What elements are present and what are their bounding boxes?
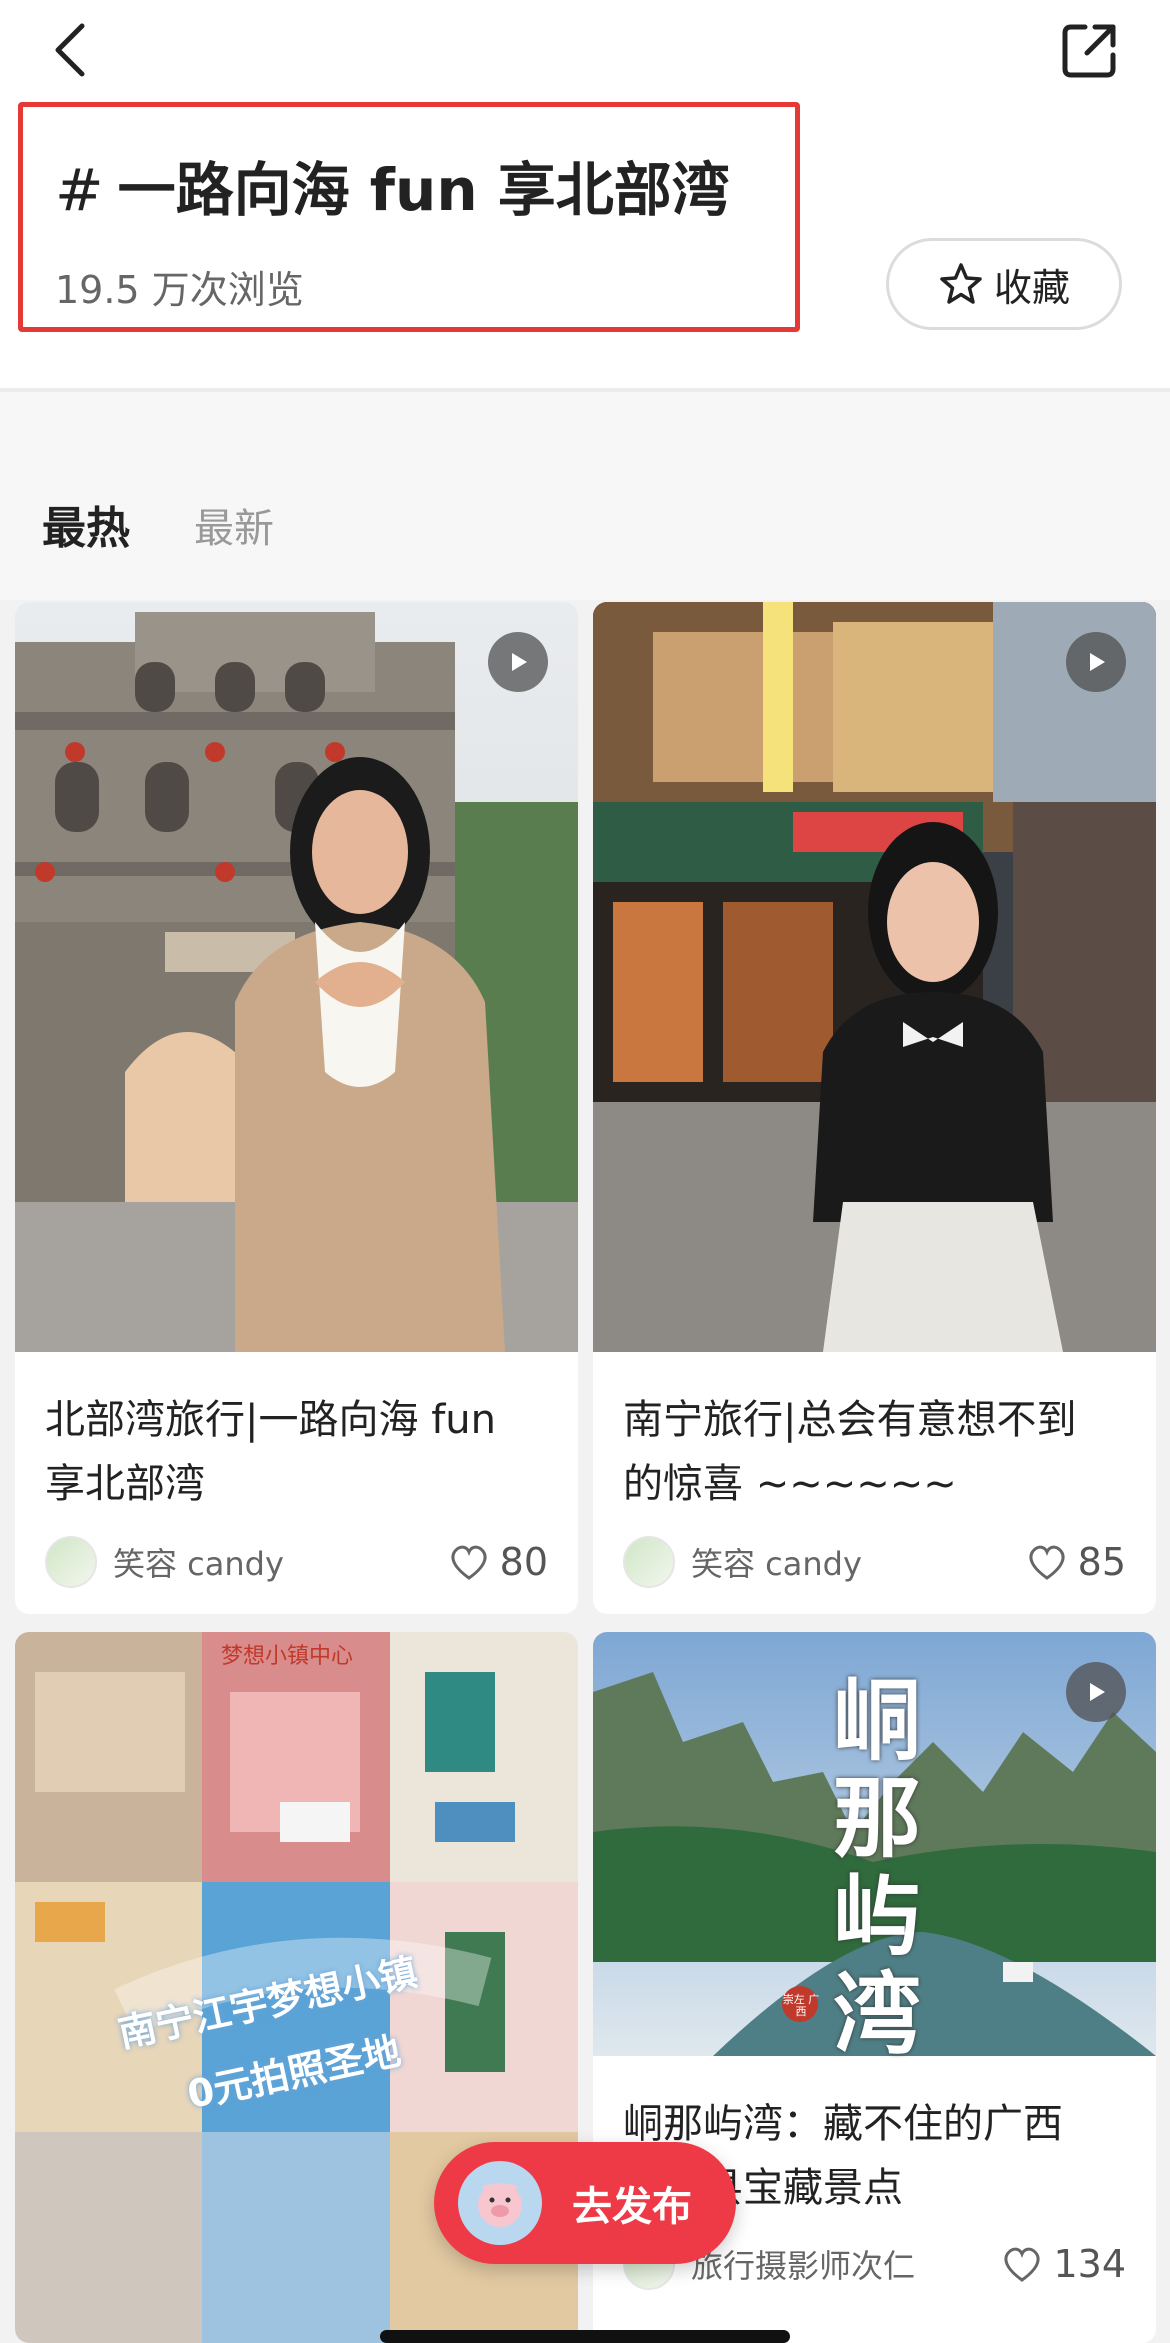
like-button[interactable]: 85 [1026, 1540, 1126, 1584]
chevron-left-icon [55, 23, 85, 77]
topic-header: # 一路向海 fun 享北部湾 19.5 万次浏览 收藏 [0, 0, 1170, 390]
post-card[interactable]: 北部湾旅行|一路向海 fun 享北部湾 笑容 candy 80 [15, 602, 578, 1614]
video-play-icon [1066, 1662, 1126, 1722]
video-play-icon [488, 632, 548, 692]
like-count: 134 [1053, 2242, 1126, 2286]
publish-button[interactable]: 去发布 [434, 2142, 736, 2264]
collage-sign-text: 梦想小镇中心 [221, 1644, 354, 1669]
post-title: 南宁旅行|总会有意想不到 的惊喜 ~~~~~~ [623, 1397, 1077, 1507]
author-avatar[interactable] [45, 1536, 97, 1588]
author-name[interactable]: 笑容 candy [691, 1539, 1026, 1585]
favorite-button[interactable]: 收藏 [886, 238, 1122, 330]
topic-title-text: 一路向海 fun 享北部湾 [117, 156, 730, 224]
tab-newest[interactable]: 最新 [194, 496, 274, 554]
favorite-label: 收藏 [993, 265, 1070, 310]
overlay-title-vertical: 峒那屿湾 [833, 1669, 922, 2066]
star-icon [940, 263, 982, 304]
share-icon [1062, 24, 1116, 78]
like-button[interactable]: 134 [1001, 2242, 1126, 2286]
like-button[interactable]: 80 [448, 1540, 548, 1584]
pig-mascot-icon [458, 2161, 542, 2245]
topic-title: # 一路向海 fun 享北部湾 [55, 143, 730, 227]
author-avatar[interactable] [623, 1536, 675, 1588]
post-meta: 笑容 candy 85 [623, 1534, 1126, 1590]
heart-icon [1004, 2247, 1040, 2282]
post-title: 北部湾旅行|一路向海 fun 享北部湾 [45, 1397, 496, 1507]
heart-icon [1029, 1545, 1065, 1580]
author-name[interactable]: 笑容 candy [113, 1539, 448, 1585]
topic-info-box: # 一路向海 fun 享北部湾 19.5 万次浏览 [18, 102, 800, 332]
overlay-stamp: 崇左 广西 [782, 1993, 820, 2018]
video-play-icon [1066, 632, 1126, 692]
like-count: 80 [499, 1540, 548, 1584]
publish-label: 去发布 [572, 2184, 692, 2230]
back-button[interactable] [40, 10, 100, 90]
sort-tabs: 最热 最新 [0, 392, 1170, 600]
post-cover-image [593, 602, 1156, 1352]
post-meta: 笑容 candy 80 [45, 1534, 548, 1590]
heart-icon [451, 1545, 487, 1580]
hash-symbol: # [55, 156, 104, 224]
home-indicator [380, 2330, 790, 2343]
author-name[interactable]: 旅行摄影师次仁 [691, 2241, 1001, 2287]
view-count: 19.5 万次浏览 [55, 268, 304, 312]
share-button[interactable] [1050, 10, 1130, 90]
post-cover-image [15, 602, 578, 1352]
post-card[interactable]: 南宁旅行|总会有意想不到 的惊喜 ~~~~~~ 笑容 candy 85 [593, 602, 1156, 1614]
tab-hottest[interactable]: 最热 [42, 492, 130, 556]
like-count: 85 [1077, 1540, 1126, 1584]
